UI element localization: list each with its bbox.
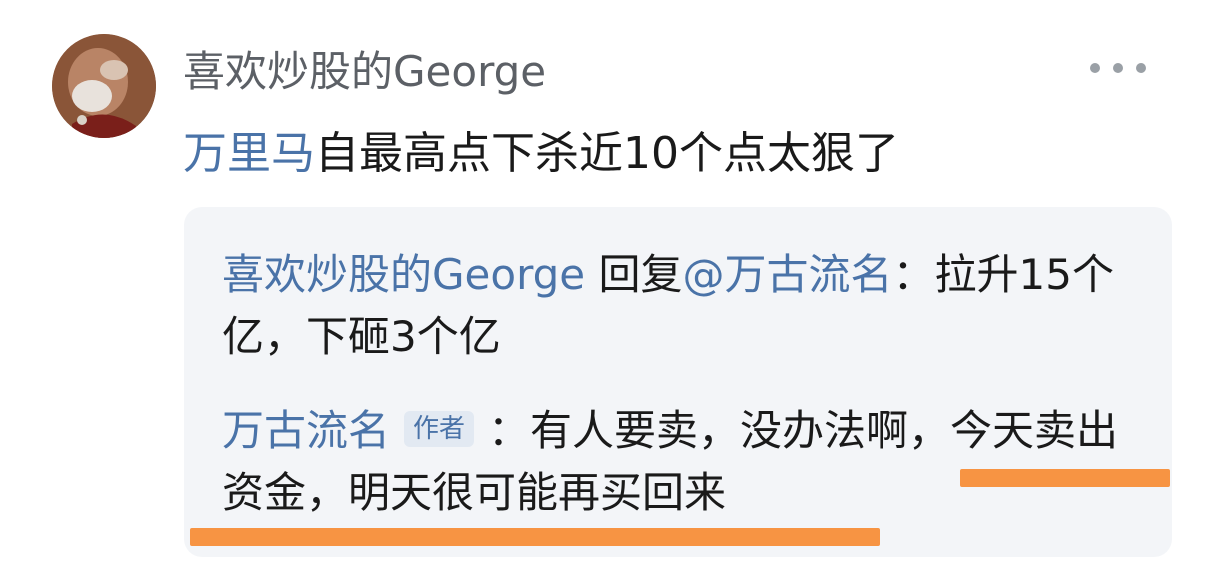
author-badge: 作者 bbox=[404, 411, 475, 447]
more-dot bbox=[1136, 63, 1146, 73]
comment-text: 万里马自最高点下杀近10个点太狠了 bbox=[183, 124, 899, 184]
highlight-underline bbox=[960, 469, 1170, 487]
comment-body: 自最高点下杀近10个点太狠了 bbox=[315, 128, 899, 179]
reply-target[interactable]: @万古流名 bbox=[682, 250, 892, 299]
more-horizontal-icon[interactable] bbox=[1090, 58, 1146, 78]
reply-author[interactable]: 万古流名 bbox=[222, 406, 390, 455]
reply-item: 喜欢炒股的George 回复@万古流名：拉升15个亿，下砸3个亿 bbox=[222, 244, 1122, 368]
comment-thread: 喜欢炒股的George 万里马自最高点下杀近10个点太狠了 喜欢炒股的Georg… bbox=[0, 0, 1220, 578]
reply-item: 万古流名 作者 ：有人要卖，没办法啊，今天卖出资金，明天很可能再买回来 bbox=[222, 400, 1122, 524]
reply-action: 回复 bbox=[585, 250, 683, 299]
avatar[interactable] bbox=[52, 34, 156, 138]
avatar-image bbox=[52, 34, 156, 138]
more-dot bbox=[1113, 63, 1123, 73]
stock-mention-link[interactable]: 万里马 bbox=[183, 128, 315, 179]
post-username[interactable]: 喜欢炒股的George bbox=[183, 44, 546, 100]
more-dot bbox=[1090, 63, 1100, 73]
reply-author[interactable]: 喜欢炒股的George bbox=[222, 250, 585, 299]
highlight-underline bbox=[190, 528, 880, 546]
